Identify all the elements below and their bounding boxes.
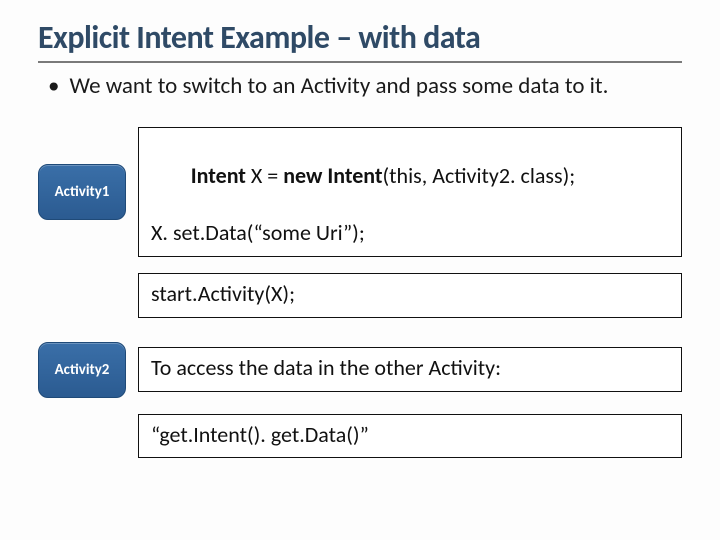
code-line-4: To access the data in the other Activity… bbox=[151, 354, 669, 383]
row-activity2: Activity2 To access the data in the othe… bbox=[38, 342, 682, 398]
kw-new-intent: new Intent bbox=[283, 162, 382, 189]
title-underline bbox=[38, 61, 682, 63]
row-activity1: Activity1 Intent X = new Intent(this, Ac… bbox=[38, 127, 682, 257]
activity1-chip: Activity1 bbox=[38, 164, 126, 220]
row-getdata: “get.Intent(). get.Data()” bbox=[138, 414, 682, 459]
bullet-text: We want to switch to an Activity and pas… bbox=[69, 73, 608, 101]
code-box-getdata: “get.Intent(). get.Data()” bbox=[138, 414, 682, 459]
code-box-startactivity: start.Activity(X); bbox=[138, 273, 682, 318]
code-line-1: Intent X = new Intent(this, Activity2. c… bbox=[151, 134, 669, 220]
bullet-dot: • bbox=[48, 73, 59, 101]
code-box-access-note: To access the data in the other Activity… bbox=[138, 347, 682, 392]
code-line-5: “get.Intent(). get.Data()” bbox=[151, 421, 669, 450]
activity2-chip: Activity2 bbox=[38, 342, 126, 398]
slide: Explicit Intent Example – with data • We… bbox=[0, 0, 720, 494]
code-frag-2: (this, Activity2. class); bbox=[383, 162, 576, 189]
code-frag-1: X = bbox=[246, 162, 283, 189]
row-startactivity: start.Activity(X); bbox=[138, 273, 682, 318]
kw-intent: Intent bbox=[191, 162, 246, 189]
spacer bbox=[38, 334, 682, 342]
code-box-intent-create: Intent X = new Intent(this, Activity2. c… bbox=[138, 127, 682, 257]
slide-title: Explicit Intent Example – with data bbox=[38, 18, 682, 59]
code-line-2: X. set.Data(“some Uri”); bbox=[151, 219, 669, 248]
code-line-3: start.Activity(X); bbox=[151, 280, 669, 309]
bullet-item: • We want to switch to an Activity and p… bbox=[48, 73, 682, 101]
